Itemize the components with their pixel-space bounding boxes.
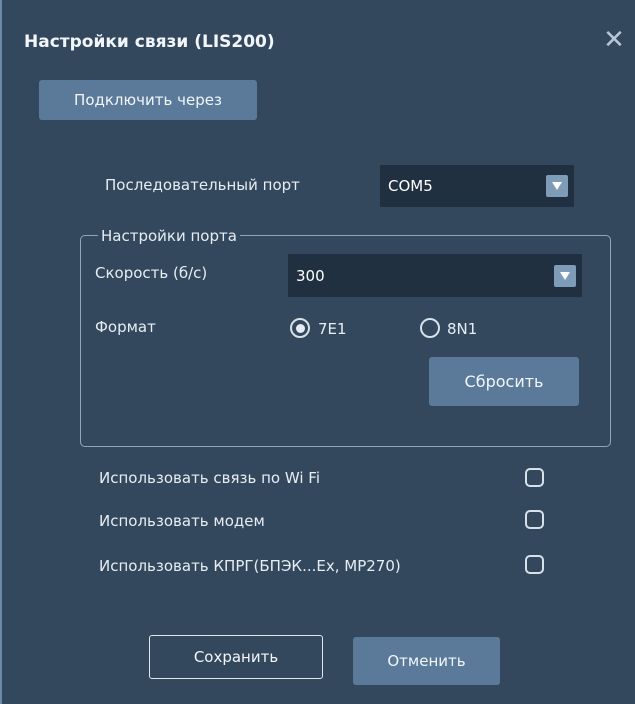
chevron-down-icon[interactable] (546, 175, 568, 197)
format-label: Формат (95, 318, 156, 336)
dialog-title: Настройки связи (LIS200) (24, 32, 275, 52)
option-kprg-checkbox[interactable] (525, 555, 544, 574)
option-modem-checkbox[interactable] (525, 510, 544, 529)
radio-selected-dot (295, 323, 305, 333)
option-wifi-label: Использовать связь по Wi Fi (99, 469, 321, 487)
speed-value: 300 (296, 266, 325, 285)
reset-button[interactable]: Сбросить (429, 357, 579, 406)
serial-port-value: COM5 (388, 177, 433, 195)
speed-label: Скорость (б/с) (95, 264, 208, 282)
cancel-button[interactable]: Отменить (353, 637, 500, 685)
format-radio-8n1[interactable] (420, 318, 440, 338)
format-option-8n1-label: 8N1 (447, 320, 478, 338)
port-settings-legend: Настройки порта (98, 227, 240, 245)
serial-port-label: Последовательный порт (105, 176, 300, 194)
chevron-down-icon[interactable] (554, 264, 576, 287)
serial-port-select[interactable]: COM5 (380, 165, 574, 207)
option-modem-label: Использовать модем (99, 512, 265, 530)
format-option-7e1-label: 7E1 (318, 320, 347, 338)
speed-select[interactable]: 300 (288, 254, 582, 297)
connection-settings-dialog: Настройки связи (LIS200) ✕ Подключить че… (0, 0, 635, 704)
connect-via-button[interactable]: Подключить через (39, 80, 257, 120)
format-radio-7e1[interactable] (290, 318, 310, 338)
option-kprg-label: Использовать КПРГ(БПЭК...Ex, MP270) (99, 557, 401, 575)
save-button[interactable]: Сохранить (149, 635, 323, 679)
option-wifi-checkbox[interactable] (525, 468, 544, 487)
close-icon[interactable]: ✕ (600, 26, 628, 54)
